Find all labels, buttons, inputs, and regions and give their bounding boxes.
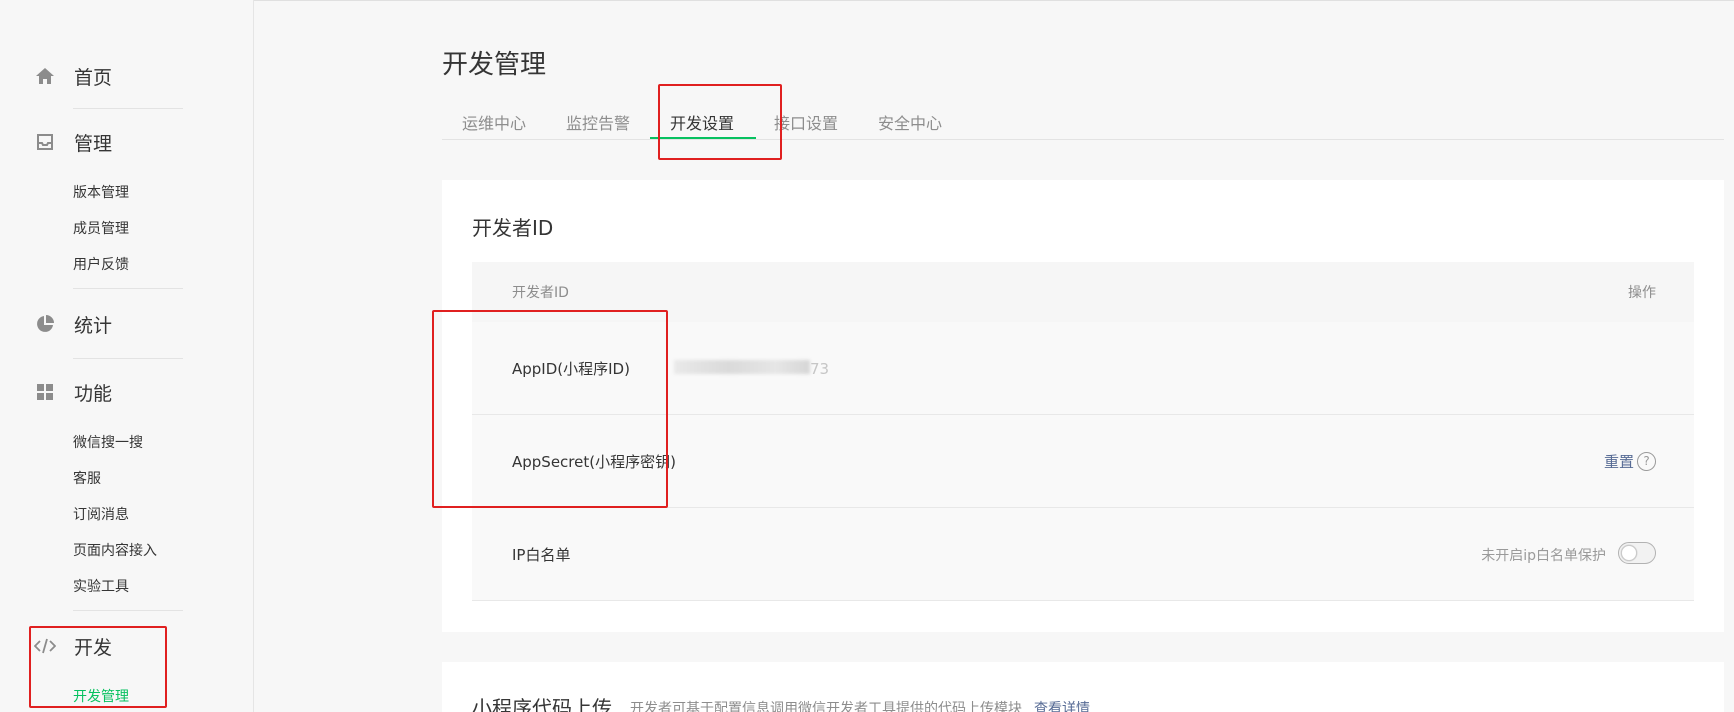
developer-id-card: 开发者ID 开发者ID 操作 AppID(小程序ID) 73 AppSecret… [442,180,1724,632]
appid-value[interactable]: 73 [674,358,829,378]
sidebar-item-features[interactable]: 功能 [34,372,112,412]
sidebar-item-version[interactable]: 版本管理 [73,182,129,202]
tab-monitoring[interactable]: 监控告警 [566,110,630,134]
sidebar-item-page-content[interactable]: 页面内容接入 [73,540,157,560]
view-details-link[interactable]: 查看详情 [1034,701,1090,712]
column-header-id: 开发者ID [512,285,569,301]
divider [73,610,183,611]
appsecret-label: AppSecret(小程序密钥) [512,453,676,471]
help-icon[interactable]: ? [1637,452,1656,471]
active-tab-indicator [650,137,756,139]
card-description: 开发者可基于配置信息调用微信开发者工具提供的代码上传模块 查看详情 [630,698,1090,712]
sidebar-item-subscribe-message[interactable]: 订阅消息 [73,504,129,524]
ip-whitelist-label: IP白名单 [512,546,571,564]
tab-api-settings[interactable]: 接口设置 [774,110,838,134]
sidebar-item-wechat-search[interactable]: 微信搜一搜 [73,432,143,452]
table-row-appid: AppID(小程序ID) 73 [472,322,1694,415]
card-description-text: 开发者可基于配置信息调用微信开发者工具提供的代码上传模块 [630,701,1022,712]
divider [73,108,183,109]
table-row-appsecret: AppSecret(小程序密钥) 重置 ? [472,415,1694,508]
home-icon [34,65,56,87]
tab-ops-center[interactable]: 运维中心 [462,110,526,134]
code-upload-card: 小程序代码上传 开发者可基于配置信息调用微信开发者工具提供的代码上传模块 查看详情 [442,662,1724,712]
sidebar-item-feedback[interactable]: 用户反馈 [73,254,129,274]
sidebar-item-home[interactable]: 首页 [34,56,112,96]
table-row-ip-whitelist: IP白名单 未开启ip白名单保护 [472,508,1694,601]
reset-link[interactable]: 重置 [1604,451,1634,472]
sidebar-item-label: 开发 [74,636,113,659]
card-title: 开发者ID [472,216,554,240]
page-title: 开发管理 [442,50,547,80]
redacted-value [674,360,810,374]
sidebar-item-dev[interactable]: 开发 [34,626,112,666]
sidebar-item-stats[interactable]: 统计 [34,304,112,344]
ip-whitelist-toggle[interactable] [1618,542,1656,564]
sidebar-item-dev-manage[interactable]: 开发管理 [73,686,129,706]
grid-icon [34,381,56,403]
column-header-action: 操作 [1628,285,1656,301]
tab-security-center[interactable]: 安全中心 [878,110,942,134]
sidebar-item-members[interactable]: 成员管理 [73,218,129,238]
divider [73,288,183,289]
appid-label: AppID(小程序ID) [512,360,630,378]
sidebar-item-label: 功能 [74,382,113,405]
pie-chart-icon [34,313,56,335]
card-title: 小程序代码上传 [472,696,612,712]
sidebar-item-experiment-tools[interactable]: 实验工具 [73,576,129,596]
table-header: 开发者ID 操作 [472,262,1694,322]
tab-bar: 运维中心 监控告警 开发设置 接口设置 安全中心 [442,104,1724,140]
sidebar-item-customer-service[interactable]: 客服 [73,468,101,488]
ip-whitelist-status: 未开启ip白名单保护 [1481,548,1606,564]
sidebar-item-label: 管理 [74,132,113,155]
appid-value-suffix: 73 [810,360,830,378]
divider [73,358,183,359]
top-border [0,0,1734,3]
sidebar-item-manage[interactable]: 管理 [34,122,112,162]
tab-dev-settings[interactable]: 开发设置 [670,110,734,134]
code-icon [34,635,56,657]
sidebar-item-label: 首页 [74,66,113,89]
inbox-icon [34,131,56,153]
sidebar: 首页 管理 版本管理 成员管理 用户反馈 统计 功能 微信搜一搜 客服 订阅消息… [0,0,254,712]
sidebar-item-label: 统计 [74,314,113,337]
toggle-knob [1621,545,1637,561]
